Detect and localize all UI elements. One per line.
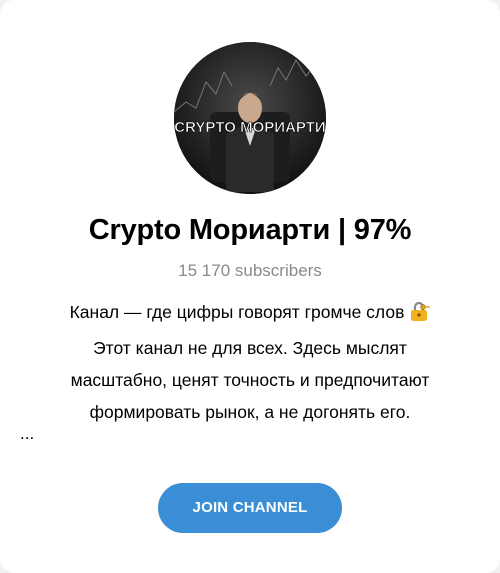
avatar-banner-text: CRYPTO МОРИАРТИ [174, 119, 325, 136]
description-line: Этот канал не для всех. Здесь мыслят [93, 338, 407, 358]
join-channel-button[interactable]: JOIN CHANNEL [158, 483, 342, 533]
channel-preview-card: CRYPTO МОРИАРТИ Crypto Мориарти | 97% 15… [0, 0, 500, 573]
description-line: формировать рынок, а не догонять его. [89, 402, 411, 422]
subscriber-count: 15 170 subscribers [178, 261, 322, 280]
description-more-ellipsis: ... [20, 424, 35, 443]
channel-title: Crypto Мориарти | 97% [88, 214, 412, 246]
description-line: Канал — где цифры говорят громче слов [20, 296, 480, 332]
channel-description: Канал — где цифры говорят громче слов Эт… [20, 296, 480, 428]
channel-avatar: CRYPTO МОРИАРТИ [174, 42, 326, 194]
lock-with-key-icon [408, 300, 431, 332]
description-line: масштабно, ценят точность и предпочитают [70, 370, 430, 390]
